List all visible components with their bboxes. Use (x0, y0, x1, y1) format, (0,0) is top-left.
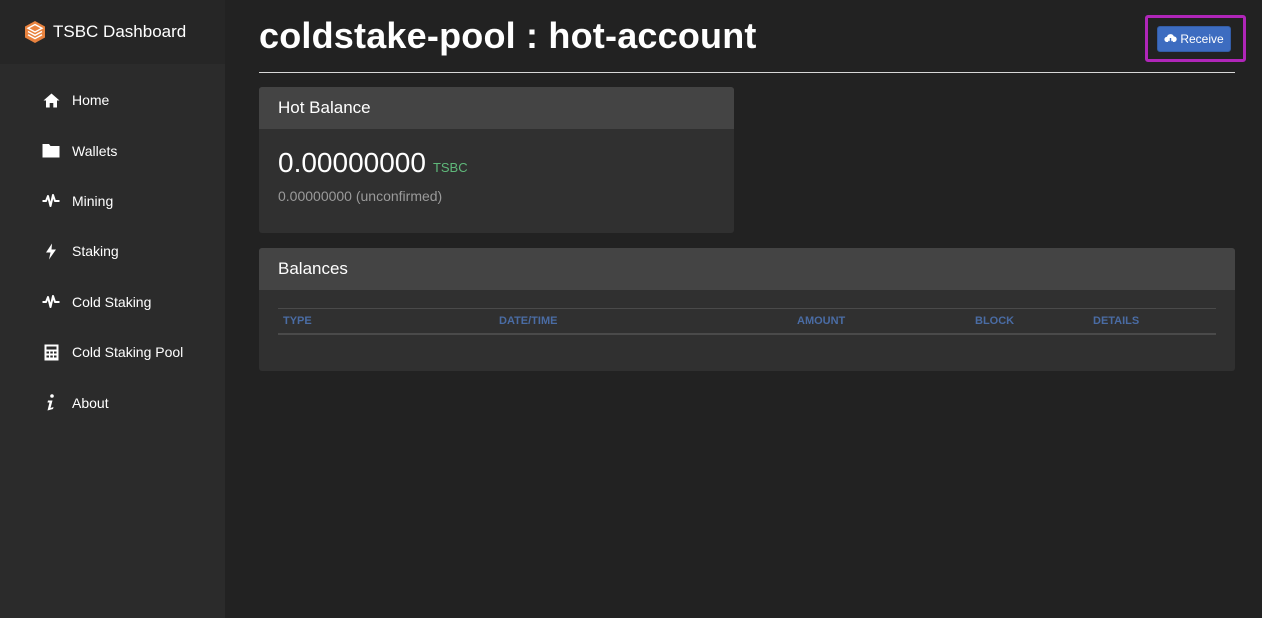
bolt-icon (42, 242, 60, 260)
column-header-type[interactable]: TYPE (278, 309, 494, 334)
sidebar-item-cold-staking[interactable]: Cold Staking (0, 277, 225, 327)
sidebar-item-wallets[interactable]: Wallets (0, 125, 225, 175)
balances-table-wrap: TYPE DATE/TIME AMOUNT BLOCK DETAILS (259, 290, 1235, 335)
sidebar: TSBC Dashboard Home Wallets Mining Staki… (0, 0, 225, 618)
column-header-amount[interactable]: AMOUNT (792, 309, 970, 334)
hot-balance-title: Hot Balance (259, 87, 734, 129)
sidebar-item-label: Cold Staking Pool (72, 344, 184, 361)
pulse-icon (42, 192, 60, 210)
brand-name: TSBC Dashboard (53, 22, 187, 41)
sidebar-item-label: About (72, 394, 109, 411)
pulse-icon (42, 293, 60, 311)
column-header-block[interactable]: BLOCK (970, 309, 1088, 334)
receive-button-label: Receive (1180, 32, 1224, 46)
table-header-row: TYPE DATE/TIME AMOUNT BLOCK DETAILS (278, 309, 1216, 334)
sidebar-item-label: Cold Staking (72, 293, 152, 310)
column-header-datetime[interactable]: DATE/TIME (494, 309, 792, 334)
info-icon (42, 394, 60, 412)
main-content: coldstake-pool : hot-account Receive Hot… (225, 0, 1262, 618)
sidebar-item-staking[interactable]: Staking (0, 226, 225, 276)
home-icon (42, 91, 60, 109)
sidebar-item-mining[interactable]: Mining (0, 176, 225, 226)
sidebar-item-label: Staking (72, 243, 119, 260)
sidebar-item-label: Home (72, 92, 110, 109)
hot-balance-value: 0.00000000 (278, 147, 426, 178)
balance-line: 0.00000000 TSBC (278, 147, 715, 179)
calculator-icon (42, 343, 60, 361)
column-header-details[interactable]: DETAILS (1088, 309, 1216, 334)
receive-button[interactable]: Receive (1157, 26, 1231, 52)
sidebar-item-label: Mining (72, 192, 114, 209)
sidebar-item-about[interactable]: About (0, 377, 225, 427)
balances-title: Balances (259, 248, 1235, 290)
balances-panel: Balances TYPE DATE/TIME AMOUNT BLOCK DET… (259, 248, 1235, 371)
sidebar-item-home[interactable]: Home (0, 75, 225, 125)
unconfirmed-balance: 0.00000000 (unconfirmed) (278, 188, 443, 204)
brand[interactable]: TSBC Dashboard (0, 0, 225, 64)
tsbc-logo-icon (23, 20, 47, 44)
balances-table: TYPE DATE/TIME AMOUNT BLOCK DETAILS (278, 308, 1216, 335)
sidebar-nav: Home Wallets Mining Staking Cold Staking (0, 75, 225, 428)
folder-icon (42, 142, 60, 160)
page-title: coldstake-pool : hot-account (259, 15, 757, 56)
hot-balance-unit: TSBC (432, 160, 468, 175)
hot-balance-body: 0.00000000 TSBC 0.00000000 (unconfirmed) (259, 129, 734, 222)
hot-balance-panel: Hot Balance 0.00000000 TSBC 0.00000000 (… (259, 87, 734, 233)
title-divider (259, 72, 1235, 73)
cloud-download-icon (1164, 33, 1178, 44)
sidebar-item-cold-staking-pool[interactable]: Cold Staking Pool (0, 327, 225, 377)
sidebar-item-label: Wallets (72, 142, 118, 159)
